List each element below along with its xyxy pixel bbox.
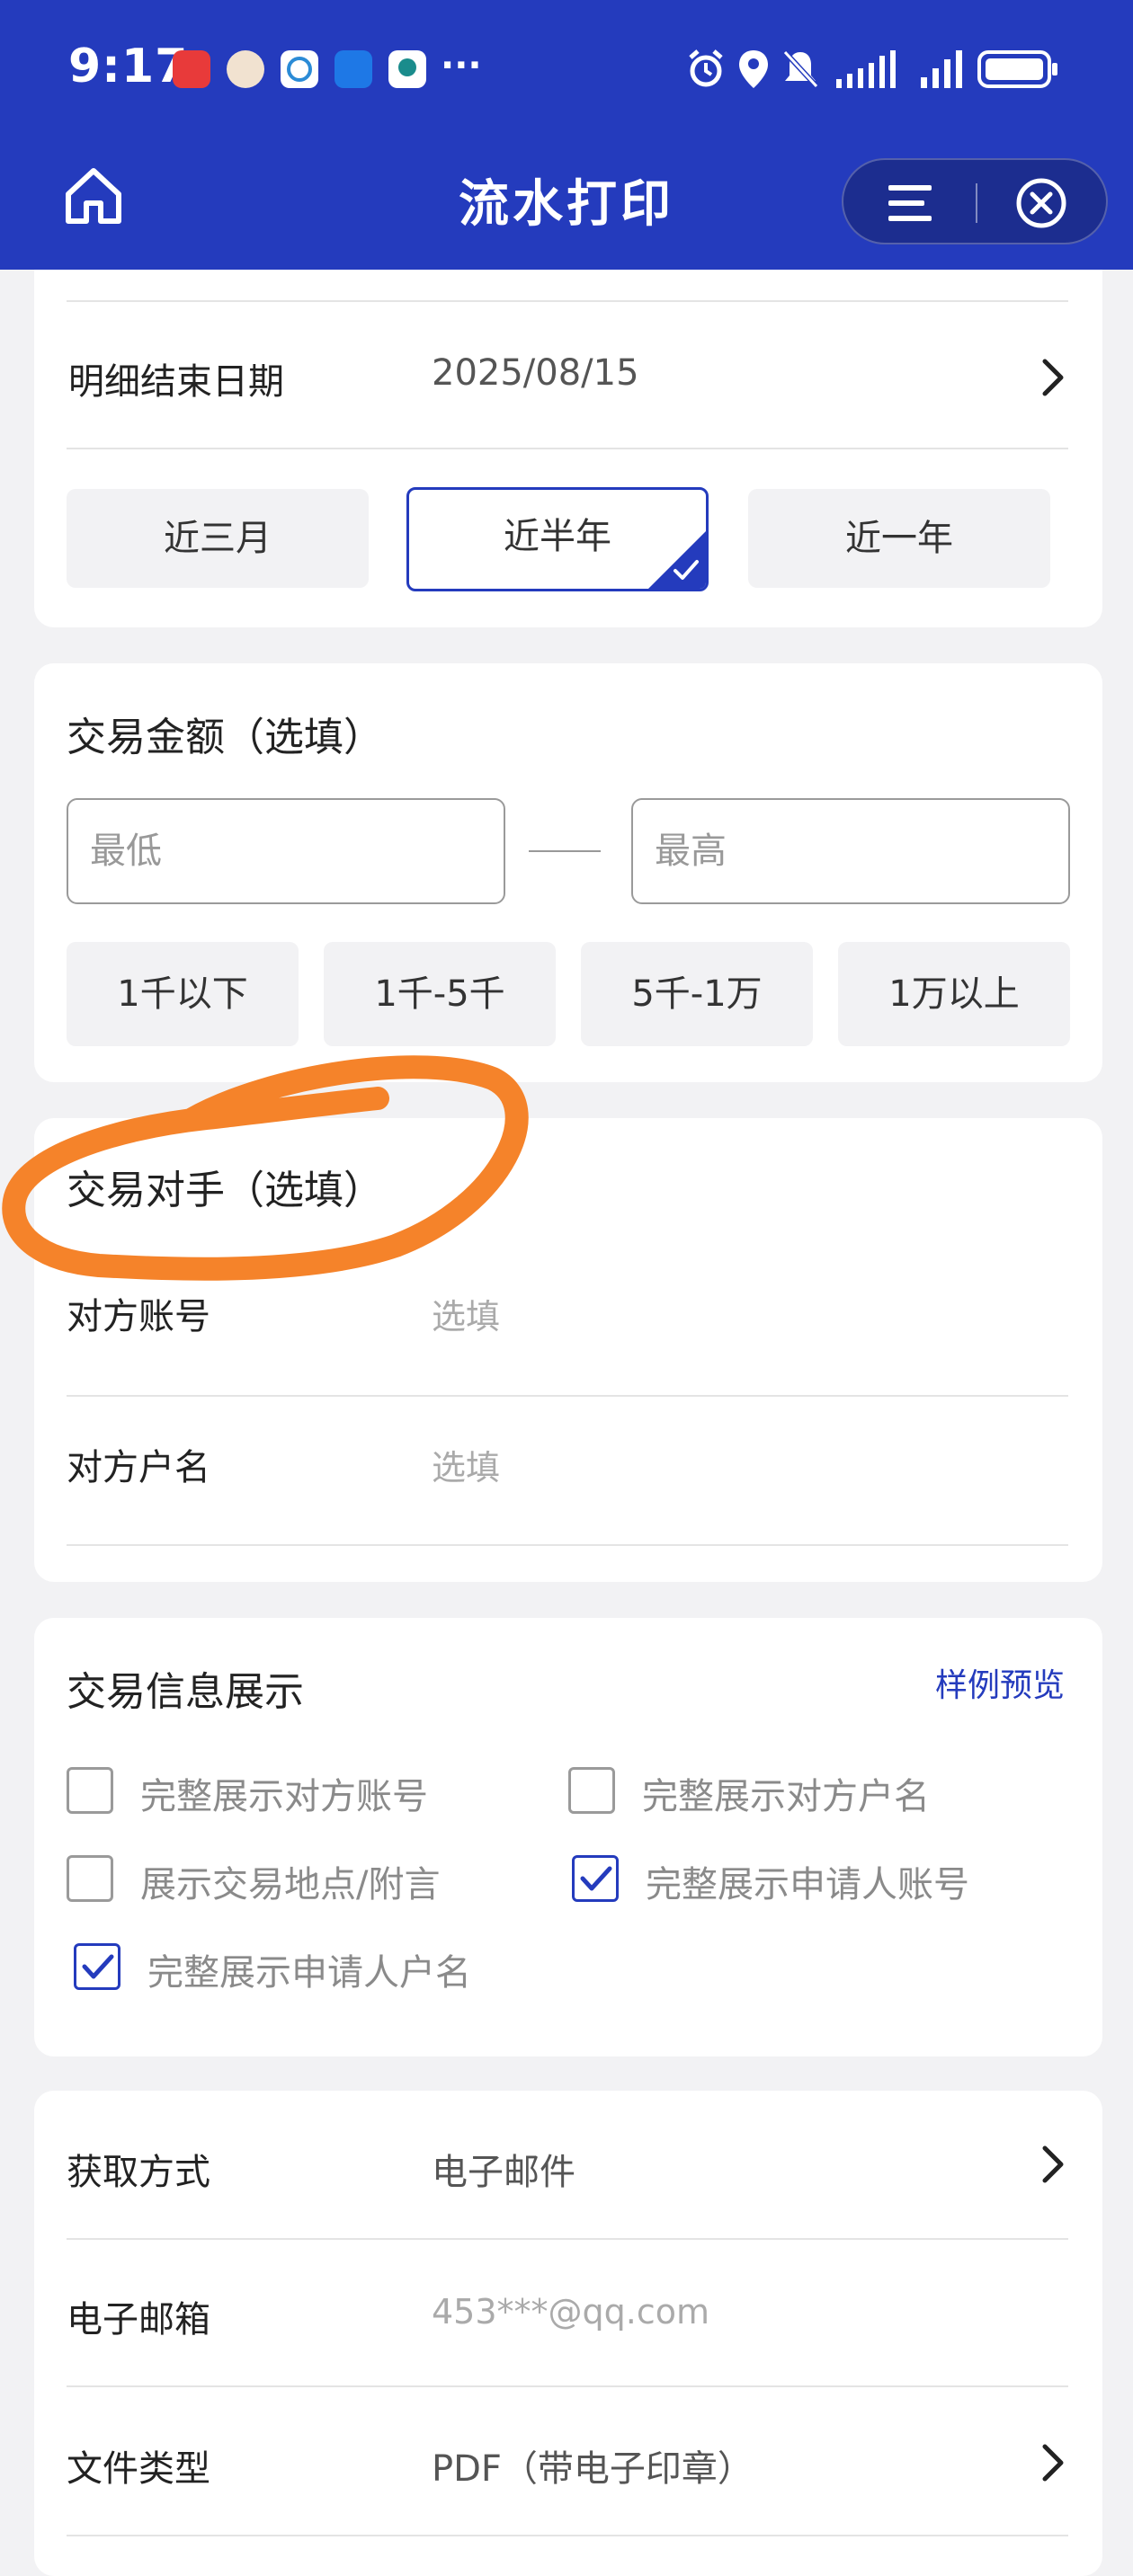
- status-bar: 9:17 ···: [0, 0, 1133, 144]
- amount-card: 交易金额（选填） 最低 最高 1千以下 1千-5千 5千-1万 1万以上: [34, 663, 1102, 1082]
- location-app-icon: [388, 50, 426, 88]
- option-label: 完整展示申请人户名: [147, 1952, 471, 1994]
- email-label: 电子邮箱: [67, 2299, 210, 2341]
- account-label: 对方账号: [67, 1296, 210, 1337]
- close-circle-icon: [1016, 178, 1066, 228]
- email-input[interactable]: 453***@qq.com: [432, 2292, 709, 2332]
- option-label: 展示交易地点/附言: [140, 1864, 441, 1905]
- filetype-label: 文件类型: [67, 2448, 210, 2490]
- checkbox-unchecked[interactable]: [67, 1855, 113, 1902]
- zhijia-app-icon: [335, 50, 372, 88]
- end-date-label: 明细结束日期: [68, 361, 284, 403]
- signal-icon: [836, 50, 896, 88]
- option-full-applicant-name[interactable]: 完整展示申请人户名: [74, 1940, 577, 1994]
- close-button[interactable]: [1014, 176, 1068, 230]
- sample-preview-link[interactable]: 样例预览: [935, 1659, 1065, 1706]
- preset-chip[interactable]: 近三月: [67, 489, 369, 588]
- checkbox-unchecked[interactable]: [67, 1767, 113, 1814]
- option-label: 完整展示对方户名: [642, 1776, 930, 1817]
- selected-check-icon: [648, 531, 706, 589]
- huawei-store-icon: [173, 50, 210, 88]
- display-title: 交易信息展示: [67, 1669, 304, 1715]
- divider: [67, 2535, 1068, 2536]
- chevron-right-icon: [1042, 2145, 1064, 2183]
- preset-chip-selected[interactable]: 近半年: [406, 487, 709, 591]
- avatar-app-icon: [227, 50, 264, 88]
- counterparty-card: 交易对手（选填） 对方账号 选填 对方户名 选填: [34, 1118, 1102, 1582]
- filetype-value: PDF（带电子印章）: [432, 2448, 754, 2490]
- method-value: 电子邮件: [432, 2152, 575, 2193]
- min-amount-input[interactable]: 最低: [67, 798, 505, 904]
- menu-button[interactable]: [885, 180, 935, 227]
- method-row[interactable]: 获取方式 电子邮件: [34, 2091, 1102, 2238]
- option-location-remark[interactable]: 展示交易地点/附言: [67, 1852, 534, 1905]
- amount-range-chip[interactable]: 5千-1万: [581, 942, 813, 1046]
- amount-range-chip[interactable]: 1千以下: [67, 942, 299, 1046]
- mini-program-capsule: [842, 158, 1108, 244]
- option-full-counterparty-name[interactable]: 完整展示对方户名: [568, 1763, 1072, 1817]
- preset-chip[interactable]: 近一年: [748, 489, 1050, 588]
- max-amount-input[interactable]: 最高: [631, 798, 1070, 904]
- message-app-icon: [281, 50, 318, 88]
- checkbox-unchecked[interactable]: [568, 1767, 615, 1814]
- option-label: 完整展示申请人账号: [646, 1864, 969, 1905]
- chevron-right-icon: [1042, 359, 1064, 396]
- range-dash: [529, 850, 601, 852]
- checkmark-icon: [580, 1866, 612, 1891]
- signal-icon: [921, 50, 962, 88]
- alarm-icon: [689, 49, 723, 87]
- checkmark-icon: [82, 1954, 114, 1979]
- date-range-card: 明细结束日期 2025/08/15 近三月 近半年 近一年: [34, 270, 1102, 627]
- display-options-card: 交易信息展示 样例预览 完整展示对方账号 完整展示对方户名 展示交易地点/附言 …: [34, 1618, 1102, 2056]
- account-row[interactable]: 对方账号 选填: [34, 1228, 1102, 1395]
- app-bar: 9:17 ··· 流水打印: [0, 0, 1133, 270]
- counterparty-title: 交易对手（选填）: [67, 1168, 383, 1213]
- name-label: 对方户名: [67, 1447, 210, 1488]
- amount-range-chip[interactable]: 1万以上: [838, 942, 1070, 1046]
- preset-chip-label: 近半年: [504, 516, 611, 557]
- amount-title: 交易金额（选填）: [67, 715, 383, 760]
- menu-icon: [888, 185, 932, 221]
- divider: [67, 1544, 1068, 1546]
- option-label: 完整展示对方账号: [140, 1776, 428, 1817]
- battery-icon: [977, 50, 1057, 88]
- divider: [67, 448, 1068, 449]
- account-input[interactable]: 选填: [432, 1289, 500, 1338]
- end-date-row[interactable]: 明细结束日期 2025/08/15: [34, 302, 1102, 448]
- more-notifications-icon: ···: [441, 45, 482, 86]
- status-time: 9:17: [68, 40, 189, 93]
- mute-icon: [782, 49, 819, 89]
- delivery-card: 获取方式 电子邮件 电子邮箱 453***@qq.com 文件类型 PDF（带电…: [34, 2091, 1102, 2576]
- end-date-value: 2025/08/15: [432, 352, 639, 394]
- email-row[interactable]: 电子邮箱 453***@qq.com: [34, 2240, 1102, 2385]
- amount-range-chip[interactable]: 1千-5千: [324, 942, 556, 1046]
- chevron-right-icon: [1042, 2444, 1064, 2482]
- name-row[interactable]: 对方户名 选填: [34, 1397, 1102, 1544]
- checkbox-checked[interactable]: [74, 1943, 120, 1990]
- location-icon: [739, 50, 768, 88]
- method-label: 获取方式: [67, 2152, 210, 2193]
- name-input[interactable]: 选填: [432, 1440, 500, 1489]
- option-full-applicant-account[interactable]: 完整展示申请人账号: [572, 1852, 1075, 1905]
- checkbox-checked[interactable]: [572, 1855, 619, 1902]
- option-full-counterparty-account[interactable]: 完整展示对方账号: [67, 1763, 534, 1817]
- filetype-row[interactable]: 文件类型 PDF（带电子印章）: [34, 2387, 1102, 2535]
- capsule-divider: [976, 183, 977, 223]
